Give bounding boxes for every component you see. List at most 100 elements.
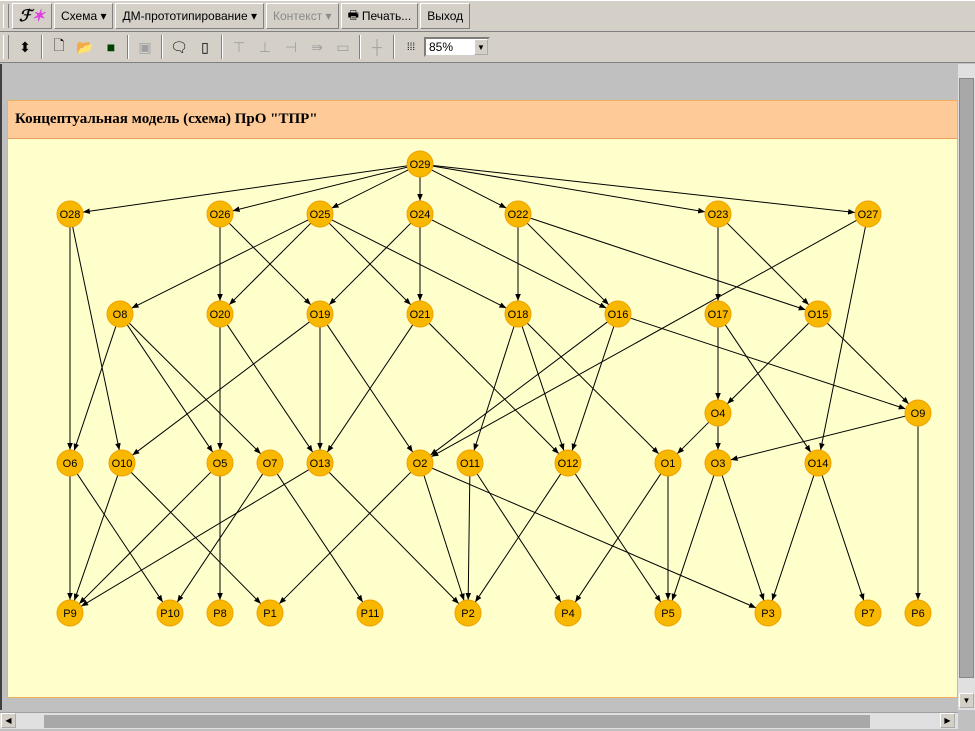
edge-O23-O15 [726, 222, 810, 306]
node-O7[interactable]: O7 [256, 449, 284, 477]
node-O21[interactable]: O21 [406, 300, 434, 328]
edge-O18-O11 [473, 326, 515, 451]
scroll-down-icon[interactable]: ▼ [959, 693, 974, 708]
node-O18[interactable]: O18 [504, 300, 532, 328]
node-label: O26 [210, 209, 231, 221]
node-P2[interactable]: P2 [454, 599, 482, 627]
node-label: O18 [508, 309, 529, 321]
node-O29[interactable]: O29 [406, 150, 434, 178]
edge-O16-O12 [571, 326, 615, 451]
node-label: O20 [210, 309, 231, 321]
edge-O13-P9 [80, 469, 310, 607]
node-O19[interactable]: O19 [306, 300, 334, 328]
edge-O29-O28 [82, 165, 408, 214]
node-O26[interactable]: O26 [206, 200, 234, 228]
node-O24[interactable]: O24 [406, 200, 434, 228]
edge-O29-O23 [432, 165, 706, 214]
node-label: P5 [661, 608, 674, 620]
node-label: P3 [761, 608, 774, 620]
node-O28[interactable]: O28 [56, 200, 84, 228]
node-label: O16 [608, 309, 629, 321]
node-label: O25 [310, 209, 331, 221]
node-P5[interactable]: P5 [654, 599, 682, 627]
node-label: P7 [861, 608, 874, 620]
node-label: O8 [113, 309, 128, 321]
edge-O11-P2 [465, 475, 472, 601]
node-O14[interactable]: O14 [804, 449, 832, 477]
edge-O24-O16 [431, 219, 607, 309]
node-O16[interactable]: O16 [604, 300, 632, 328]
node-label: O27 [858, 209, 879, 221]
node-label: O4 [711, 408, 726, 420]
edge-O2-P1 [278, 471, 412, 605]
node-O4[interactable]: O4 [704, 399, 732, 427]
node-P7[interactable]: P7 [854, 599, 882, 627]
edge-O8-O6 [73, 326, 117, 451]
node-label: O13 [310, 458, 331, 470]
node-O10[interactable]: O10 [108, 449, 136, 477]
edge-O17-O14 [724, 324, 812, 453]
edge-O14-P7 [821, 475, 865, 601]
node-label: P9 [63, 608, 76, 620]
node-O11[interactable]: O11 [456, 449, 484, 477]
node-P4[interactable]: P4 [554, 599, 582, 627]
node-label: P11 [361, 608, 380, 620]
node-O23[interactable]: O23 [704, 200, 732, 228]
node-label: O19 [310, 309, 331, 321]
scroll-right-icon[interactable]: ▶ [940, 713, 955, 728]
node-label: O28 [60, 209, 81, 221]
node-O15[interactable]: O15 [804, 300, 832, 328]
node-label: P6 [911, 608, 924, 620]
node-label: O5 [213, 458, 228, 470]
edge-O8-O7 [128, 322, 262, 455]
edge-O3-P5 [671, 475, 715, 601]
node-label: O12 [558, 458, 579, 470]
node-O1[interactable]: O1 [654, 449, 682, 477]
edge-O16-O2 [430, 321, 608, 456]
node-O27[interactable]: O27 [854, 200, 882, 228]
node-label: O10 [112, 458, 133, 470]
node-label: P1 [263, 608, 276, 620]
edge-O4-O1 [676, 421, 710, 455]
node-O20[interactable]: O20 [206, 300, 234, 328]
node-P8[interactable]: P8 [206, 599, 234, 627]
node-P11[interactable]: P11 [356, 599, 384, 627]
horizontal-scrollbar[interactable]: ◀ ▶ [0, 712, 958, 729]
node-P6[interactable]: P6 [904, 599, 932, 627]
horizontal-scroll-thumb[interactable] [44, 715, 870, 728]
node-O2[interactable]: O2 [406, 449, 434, 477]
node-label: O24 [410, 209, 431, 221]
node-label: O3 [711, 458, 726, 470]
node-label: O21 [410, 309, 431, 321]
edge-O25-O18 [331, 219, 507, 309]
node-O6[interactable]: O6 [56, 449, 84, 477]
scroll-left-icon[interactable]: ◀ [1, 713, 16, 728]
vertical-scroll-thumb[interactable] [959, 78, 974, 678]
node-O17[interactable]: O17 [704, 300, 732, 328]
edge-O10-P9 [73, 475, 119, 601]
node-O5[interactable]: O5 [206, 449, 234, 477]
edge-O15-O4 [726, 322, 810, 405]
node-O13[interactable]: O13 [306, 449, 334, 477]
node-O8[interactable]: O8 [106, 300, 134, 328]
edge-O29-O25 [331, 169, 409, 209]
edge-O19-O10 [132, 321, 310, 456]
node-label: O6 [63, 458, 78, 470]
node-P10[interactable]: P10 [156, 599, 184, 627]
node-label: O22 [508, 209, 529, 221]
edge-O2-P3 [431, 467, 757, 609]
node-O3[interactable]: O3 [704, 449, 732, 477]
vertical-scrollbar[interactable]: ▼ [958, 64, 975, 710]
node-O25[interactable]: O25 [306, 200, 334, 228]
node-P1[interactable]: P1 [256, 599, 284, 627]
node-label: P8 [213, 608, 226, 620]
node-O22[interactable]: O22 [504, 200, 532, 228]
node-O9[interactable]: O9 [904, 399, 932, 427]
edge-O22-O16 [526, 222, 610, 306]
node-label: O1 [661, 458, 676, 470]
node-P9[interactable]: P9 [56, 599, 84, 627]
node-O12[interactable]: O12 [554, 449, 582, 477]
node-P3[interactable]: P3 [754, 599, 782, 627]
node-label: O23 [708, 209, 729, 221]
edge-O15-O9 [826, 322, 910, 405]
